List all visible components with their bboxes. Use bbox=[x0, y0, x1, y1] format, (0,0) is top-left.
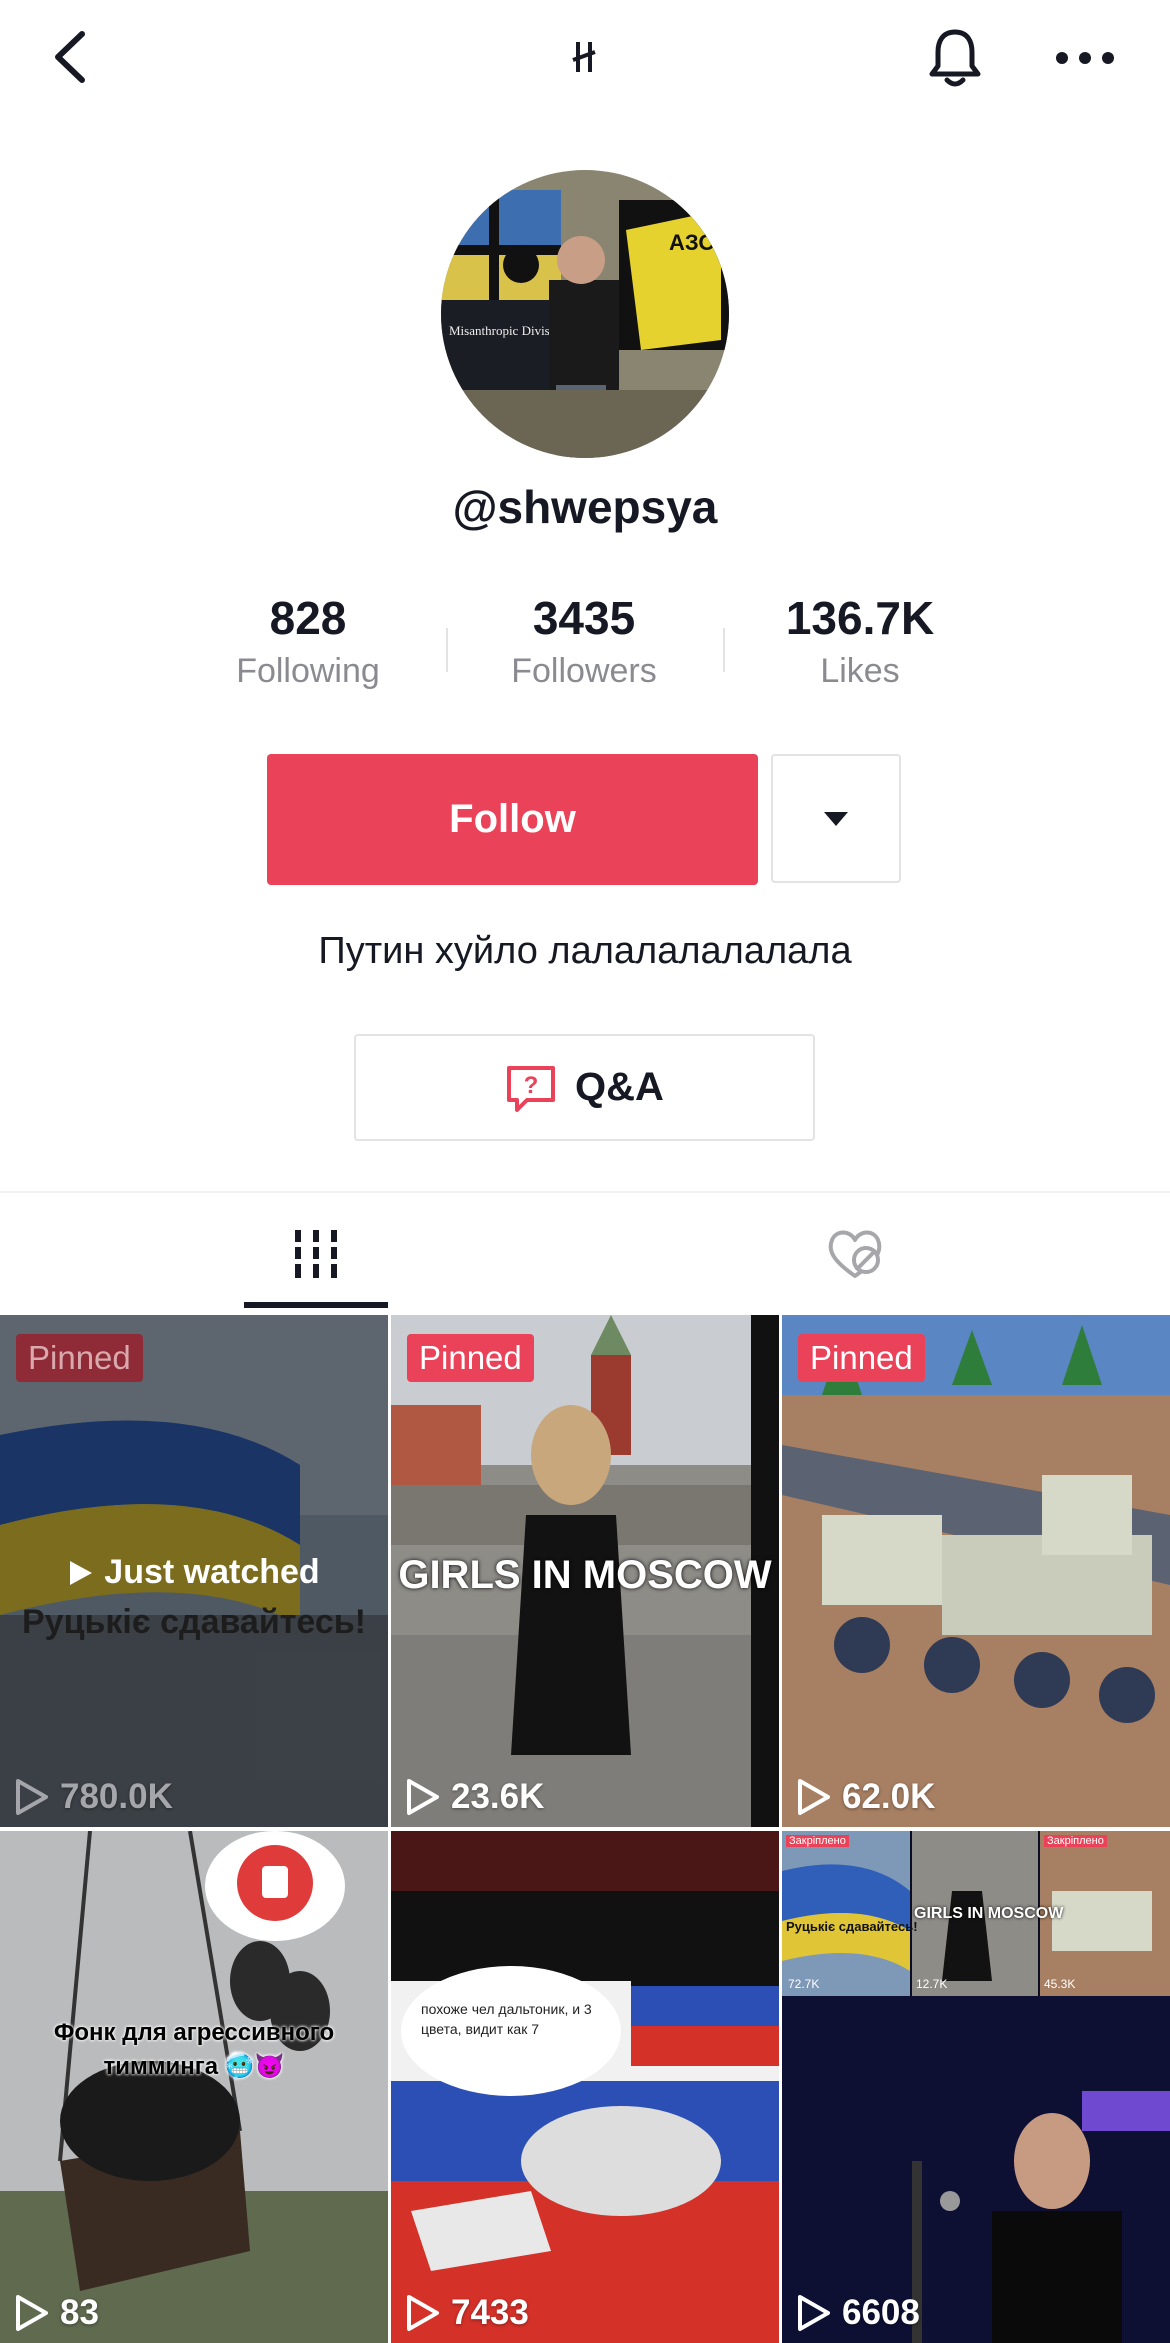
video-caption: GIRLS IN MOSCOW bbox=[398, 1553, 772, 1597]
video-grid: Pinned Just watched Руцькіє сдавайтесь! … bbox=[0, 1313, 1170, 2343]
top-bar bbox=[0, 0, 1170, 120]
following-label: Following bbox=[236, 652, 380, 690]
play-outline-icon bbox=[16, 1779, 48, 1815]
pinned-badge: Закріплено bbox=[786, 1835, 849, 1847]
following-count: 828 bbox=[269, 592, 347, 644]
following-stat[interactable]: 828 Following bbox=[188, 590, 428, 696]
video-tile-1[interactable]: Pinned Just watched Руцькіє сдавайтесь! … bbox=[0, 1315, 388, 1827]
follow-button[interactable]: Follow bbox=[267, 754, 758, 885]
pinned-badge: Закріплено bbox=[1044, 1835, 1107, 1847]
avatar[interactable]: АЗОВ Misanthropic Division bbox=[441, 170, 729, 458]
stat-divider bbox=[446, 628, 448, 672]
likes-stat: 136.7K Likes bbox=[740, 590, 980, 696]
just-watched-label: Just watched bbox=[0, 1553, 388, 1592]
view-count: 23.6K bbox=[405, 1777, 544, 1817]
play-icon bbox=[70, 1560, 93, 1585]
svg-text:?: ? bbox=[524, 1072, 539, 1099]
likes-count: 136.7K bbox=[785, 592, 935, 644]
followers-count: 3435 bbox=[532, 592, 636, 644]
play-outline-icon bbox=[798, 2295, 830, 2331]
active-tab-indicator bbox=[244, 1302, 388, 1308]
profile-tabs bbox=[0, 1191, 1170, 1315]
play-outline-icon bbox=[798, 1779, 830, 1815]
video-caption: похоже чел дальтоник, и 3 цвета, видит к… bbox=[421, 2001, 592, 2037]
video-caption: GIRLS IN MOSCOW bbox=[914, 1905, 1064, 1922]
view-count: 62.0K bbox=[796, 1777, 935, 1817]
followers-label: Followers bbox=[511, 652, 657, 690]
svg-text:АЗОВ: АЗОВ bbox=[669, 230, 729, 255]
pinned-badge: Pinned bbox=[407, 1334, 534, 1382]
video-caption: Фонк для агрессивного тимминга 🥶😈 bbox=[53, 2019, 335, 2080]
play-outline-icon bbox=[407, 1779, 439, 1815]
qa-button[interactable]: ? Q&A bbox=[354, 1034, 815, 1141]
video-tile-3[interactable]: Pinned 62.0K bbox=[782, 1315, 1170, 1827]
triangle-down-icon bbox=[824, 811, 848, 826]
stat-divider bbox=[723, 628, 725, 672]
followers-stat[interactable]: 3435 Followers bbox=[464, 590, 704, 696]
liked-hidden-icon bbox=[828, 1230, 882, 1278]
qa-label: Q&A bbox=[575, 1065, 664, 1109]
chevron-left-icon[interactable] bbox=[40, 22, 100, 92]
likes-label: Likes bbox=[820, 652, 900, 690]
tab-videos[interactable] bbox=[244, 1193, 388, 1315]
view-count: 7433 bbox=[405, 2293, 529, 2333]
grid-icon bbox=[295, 1230, 337, 1278]
video-caption: Руцькіє сдавайтесь! bbox=[22, 1603, 366, 1641]
view-count: 6608 bbox=[796, 2293, 920, 2333]
video-tile-2[interactable]: Pinned GIRLS IN MOSCOW 23.6K bbox=[391, 1315, 779, 1827]
question-bubble-icon: ? bbox=[507, 1065, 556, 1112]
view-count: 83 bbox=[14, 2293, 99, 2333]
pinned-badge: Pinned bbox=[798, 1334, 925, 1382]
tab-liked[interactable] bbox=[783, 1193, 927, 1315]
view-count: 12.7K bbox=[916, 1977, 948, 1991]
play-outline-icon bbox=[407, 2295, 439, 2331]
bell-icon[interactable] bbox=[920, 22, 990, 92]
view-count: 45.3K bbox=[1044, 1977, 1076, 1991]
view-count: 72.7K bbox=[788, 1977, 820, 1991]
pinned-badge: Pinned bbox=[16, 1334, 143, 1382]
play-outline-icon bbox=[16, 2295, 48, 2331]
video-tile-6[interactable]: Закріплено Закріплено Руцькіє сдавайтесь… bbox=[782, 1831, 1170, 2343]
view-count: 780.0K bbox=[14, 1777, 173, 1817]
video-tile-4[interactable]: Фонк для агрессивного тимминга 🥶😈 83 bbox=[0, 1831, 388, 2343]
bio: Путин хуйло лалалалалалала bbox=[318, 930, 852, 972]
suggested-accounts-button[interactable] bbox=[771, 754, 901, 883]
username: @shwepsya bbox=[452, 481, 718, 533]
more-icon[interactable] bbox=[1050, 30, 1120, 85]
video-caption: Руцькіє сдавайтесь! bbox=[786, 1919, 918, 1934]
video-tile-5[interactable]: похоже чел дальтоник, и 3 цвета, видит к… bbox=[391, 1831, 779, 2343]
brand-glyph-icon bbox=[560, 32, 610, 82]
